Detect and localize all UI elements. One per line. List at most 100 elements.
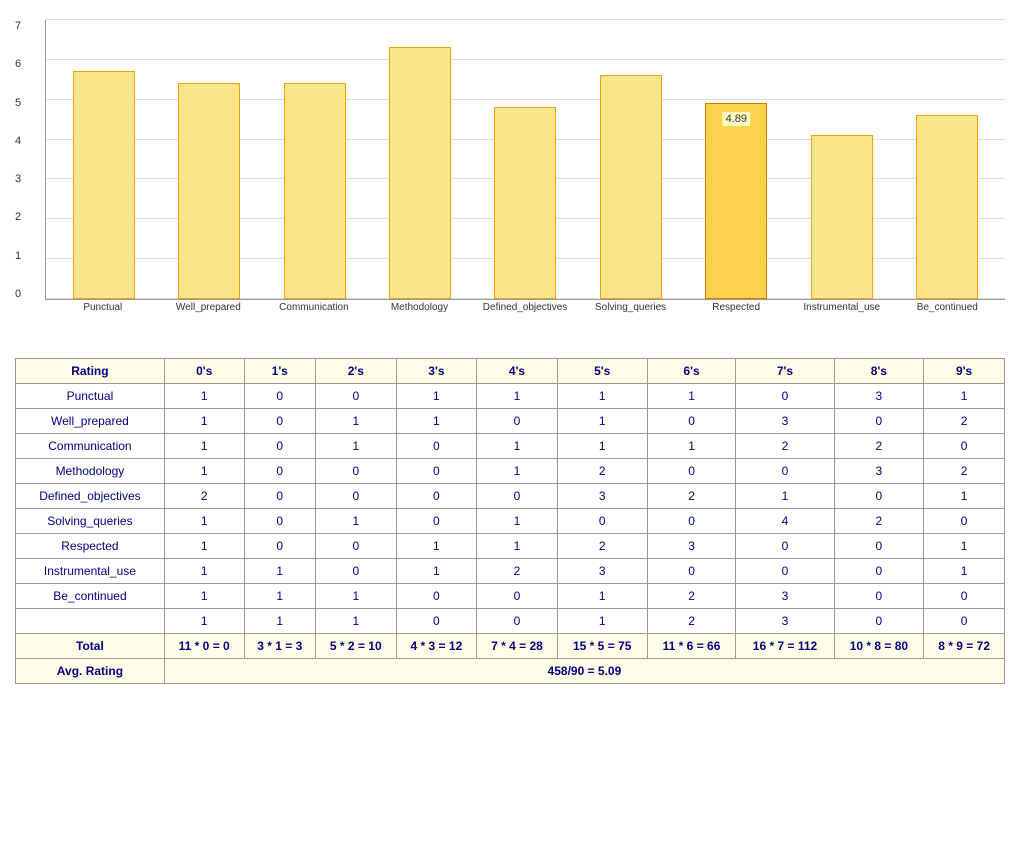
cell-7-0: 1 (164, 559, 244, 584)
cell-5-0: 1 (164, 509, 244, 534)
cell-7-3: 1 (396, 559, 477, 584)
cell-7-5: 3 (557, 559, 647, 584)
cell-3-0: 1 (164, 459, 244, 484)
y-label-0: 0 (15, 288, 21, 300)
total-cell-1: 3 * 1 = 3 (244, 634, 315, 659)
total-cell-9: 8 * 9 = 72 (924, 634, 1005, 659)
cell-9-6: 2 (647, 609, 736, 634)
cell-6-3: 1 (396, 534, 477, 559)
y-label-3: 3 (15, 173, 21, 185)
cell-0-2: 0 (315, 384, 396, 409)
avg-value: 458/90 = 5.09 (164, 659, 1004, 684)
bar-Communication (262, 20, 367, 299)
bar-Well_prepared (156, 20, 261, 299)
cell-5-2: 1 (315, 509, 396, 534)
cell-2-3: 0 (396, 434, 477, 459)
cell-6-8: 0 (834, 534, 924, 559)
total-cell-0: 11 * 0 = 0 (164, 634, 244, 659)
cell-0-7: 0 (736, 384, 834, 409)
bar-Respected: 4.89 (684, 20, 789, 299)
cell-1-3: 1 (396, 409, 477, 434)
bar-Punctual (51, 20, 156, 299)
total-cell-6: 11 * 6 = 66 (647, 634, 736, 659)
col-header-5: 4's (477, 359, 558, 384)
x-label-Defined_objectives: Defined_objectives (472, 302, 578, 313)
cell-2-0: 1 (164, 434, 244, 459)
cell-5-5: 0 (557, 509, 647, 534)
cell-7-8: 0 (834, 559, 924, 584)
table-row: Punctual1001111031 (16, 384, 1005, 409)
cell-6-9: 1 (924, 534, 1005, 559)
cell-0-0: 1 (164, 384, 244, 409)
cell-8-3: 0 (396, 584, 477, 609)
chart-area: 4.89 (45, 20, 1005, 300)
cell-5-8: 2 (834, 509, 924, 534)
cell-4-4: 0 (477, 484, 558, 509)
cell-4-0: 2 (164, 484, 244, 509)
cell-9-8: 0 (834, 609, 924, 634)
cell-3-6: 0 (647, 459, 736, 484)
row-label-1: Well_prepared (16, 409, 165, 434)
cell-6-6: 3 (647, 534, 736, 559)
cell-1-2: 1 (315, 409, 396, 434)
cell-8-6: 2 (647, 584, 736, 609)
total-cell-5: 15 * 5 = 75 (557, 634, 647, 659)
cell-3-3: 0 (396, 459, 477, 484)
row-label-9 (16, 609, 165, 634)
avg-label: Avg. Rating (16, 659, 165, 684)
cell-8-7: 3 (736, 584, 834, 609)
cell-3-5: 2 (557, 459, 647, 484)
col-header-8: 7's (736, 359, 834, 384)
row-label-8: Be_continued (16, 584, 165, 609)
cell-4-7: 1 (736, 484, 834, 509)
table-row: Solving_queries1010100420 (16, 509, 1005, 534)
x-label-Instrumental_use: Instrumental_use (789, 302, 895, 313)
col-header-2: 1's (244, 359, 315, 384)
bar-Defined_objectives (473, 20, 578, 299)
cell-7-6: 0 (647, 559, 736, 584)
cell-7-7: 0 (736, 559, 834, 584)
total-cell-2: 5 * 2 = 10 (315, 634, 396, 659)
x-label-Methodology: Methodology (367, 302, 473, 313)
cell-2-2: 1 (315, 434, 396, 459)
bar-Instrumental_use (789, 20, 894, 299)
x-label-Punctual: Punctual (50, 302, 156, 313)
bar-Methodology (367, 20, 472, 299)
y-label-6: 6 (15, 58, 21, 70)
cell-8-5: 1 (557, 584, 647, 609)
cell-1-5: 1 (557, 409, 647, 434)
table-row: Defined_objectives2000032101 (16, 484, 1005, 509)
cell-9-2: 1 (315, 609, 396, 634)
total-cell-8: 10 * 8 = 80 (834, 634, 924, 659)
col-header-10: 9's (924, 359, 1005, 384)
cell-0-6: 1 (647, 384, 736, 409)
cell-8-4: 0 (477, 584, 558, 609)
cell-0-4: 1 (477, 384, 558, 409)
cell-1-0: 1 (164, 409, 244, 434)
cell-0-5: 1 (557, 384, 647, 409)
cell-2-8: 2 (834, 434, 924, 459)
x-label-Be_continued: Be_continued (895, 302, 1001, 313)
cell-0-1: 0 (244, 384, 315, 409)
col-header-9: 8's (834, 359, 924, 384)
cell-8-8: 0 (834, 584, 924, 609)
table-row: 1110012300 (16, 609, 1005, 634)
row-label-0: Punctual (16, 384, 165, 409)
cell-2-5: 1 (557, 434, 647, 459)
data-table-container: Rating0's1's2's3's4's5's6's7's8's9's Pun… (15, 358, 1005, 684)
bars-area: 4.89 (46, 20, 1005, 299)
total-cell-7: 16 * 7 = 112 (736, 634, 834, 659)
cell-2-7: 2 (736, 434, 834, 459)
row-label-4: Defined_objectives (16, 484, 165, 509)
cell-9-1: 1 (244, 609, 315, 634)
cell-4-6: 2 (647, 484, 736, 509)
cell-3-1: 0 (244, 459, 315, 484)
cell-5-4: 1 (477, 509, 558, 534)
cell-9-3: 0 (396, 609, 477, 634)
y-label-5: 5 (15, 97, 21, 109)
cell-7-4: 2 (477, 559, 558, 584)
cell-2-4: 1 (477, 434, 558, 459)
cell-7-9: 1 (924, 559, 1005, 584)
y-label-2: 2 (15, 211, 21, 223)
cell-3-7: 0 (736, 459, 834, 484)
